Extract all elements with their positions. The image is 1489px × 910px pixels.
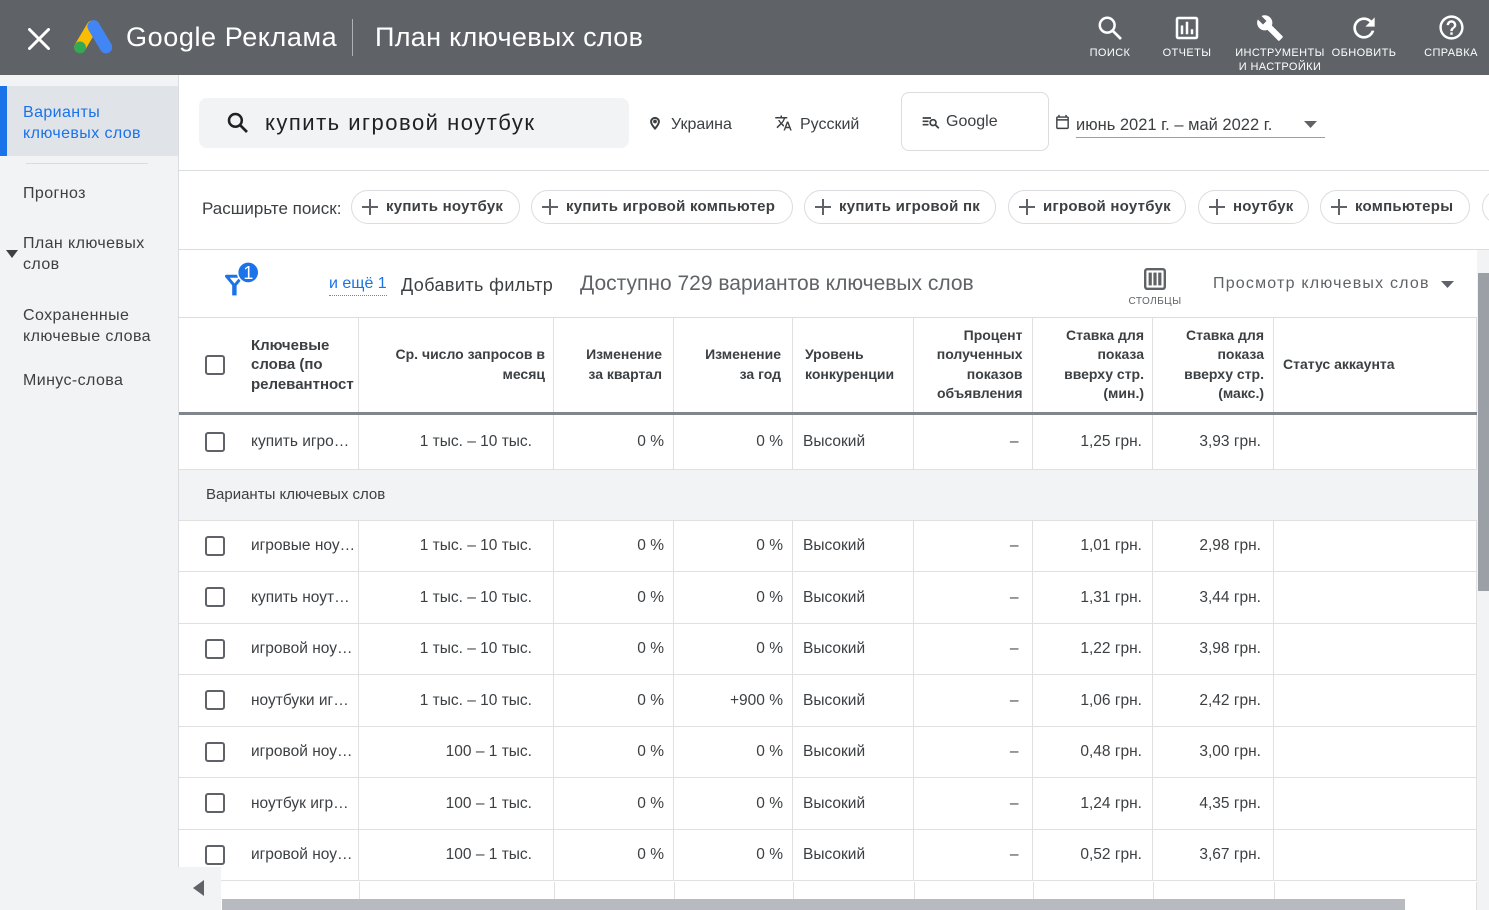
svg-text:1: 1 bbox=[243, 263, 253, 283]
